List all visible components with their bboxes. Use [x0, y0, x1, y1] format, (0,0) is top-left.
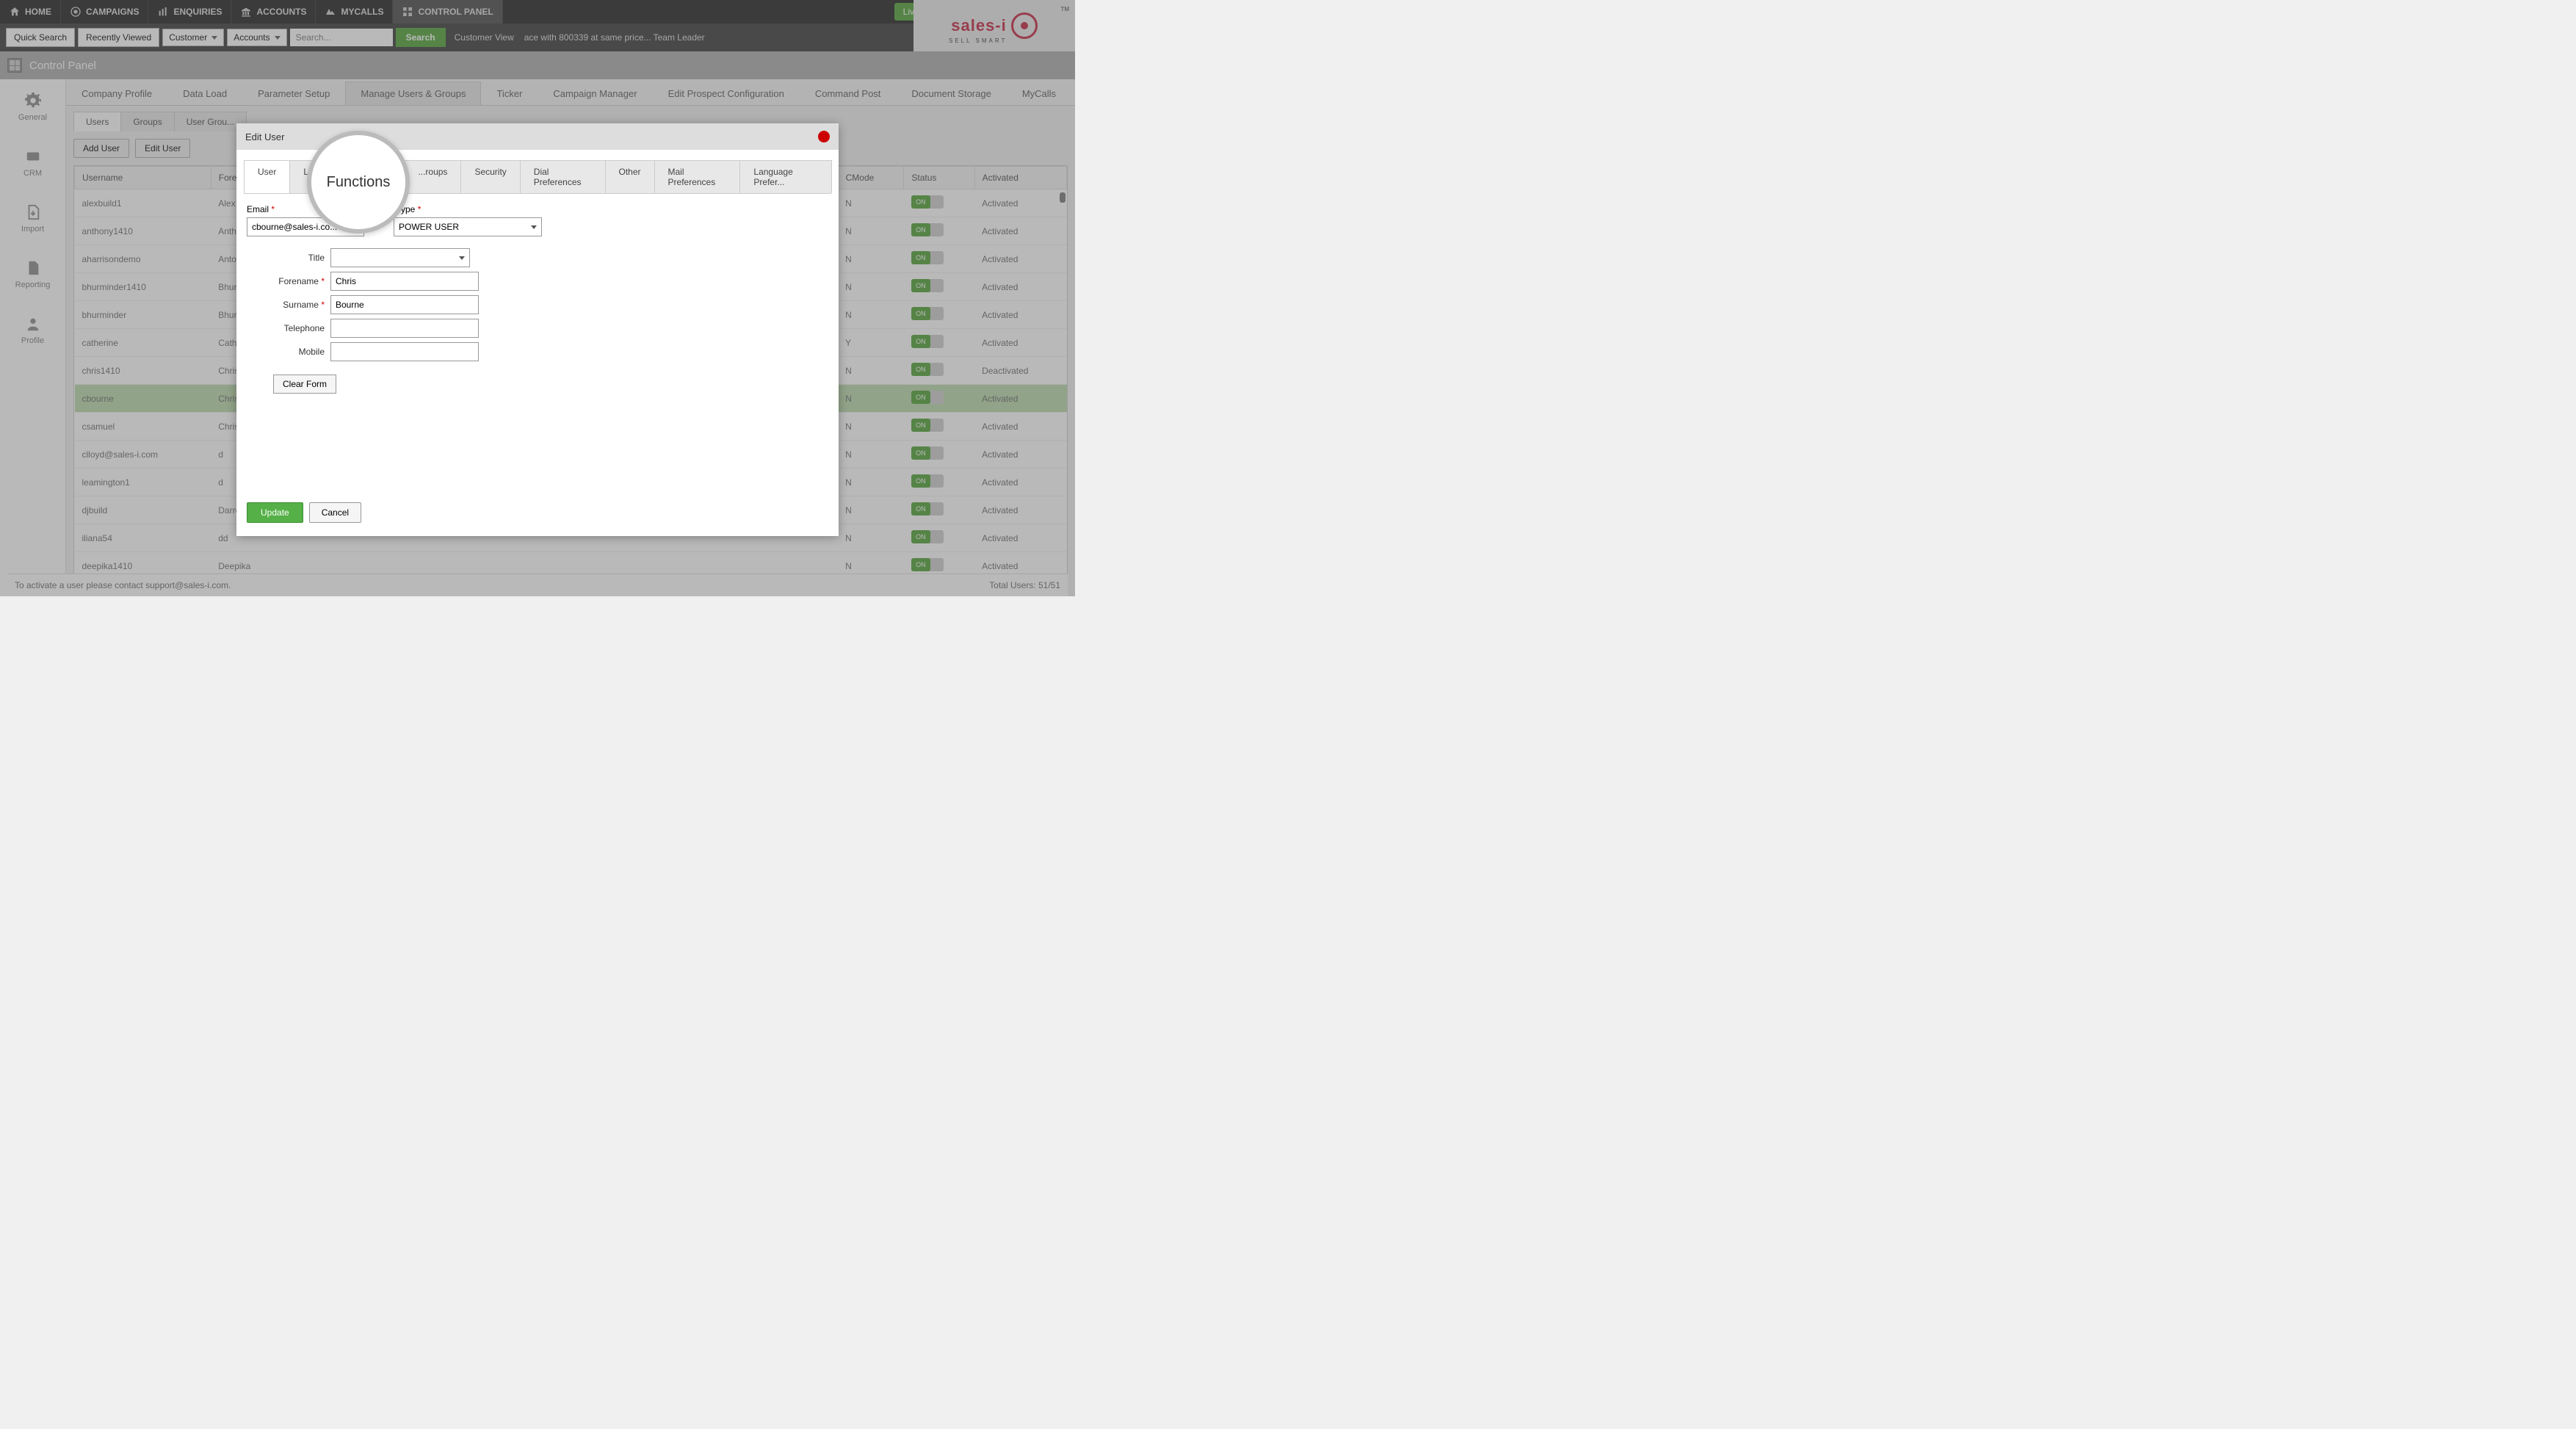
- cancel-button[interactable]: Cancel: [309, 502, 361, 523]
- close-icon[interactable]: [818, 131, 830, 142]
- mtab-other[interactable]: Other: [605, 160, 655, 193]
- mtab-user[interactable]: User: [244, 160, 290, 193]
- mtab-groups[interactable]: ...roups: [404, 160, 461, 193]
- magnifier-callout: Functions: [307, 131, 410, 234]
- title-select[interactable]: [330, 248, 470, 267]
- clear-form-button[interactable]: Clear Form: [273, 375, 336, 394]
- surname-field[interactable]: [330, 295, 479, 314]
- update-button[interactable]: Update: [247, 502, 303, 523]
- telephone-field[interactable]: [330, 319, 479, 338]
- mtab-lang[interactable]: Language Prefer...: [739, 160, 832, 193]
- type-select[interactable]: POWER USER: [394, 217, 542, 236]
- forename-field[interactable]: [330, 272, 479, 291]
- modal-title-text: Edit User: [245, 131, 284, 142]
- mobile-field[interactable]: [330, 342, 479, 361]
- mtab-security[interactable]: Security: [460, 160, 520, 193]
- mtab-mail[interactable]: Mail Preferences: [654, 160, 741, 193]
- mtab-dial[interactable]: Dial Preferences: [520, 160, 606, 193]
